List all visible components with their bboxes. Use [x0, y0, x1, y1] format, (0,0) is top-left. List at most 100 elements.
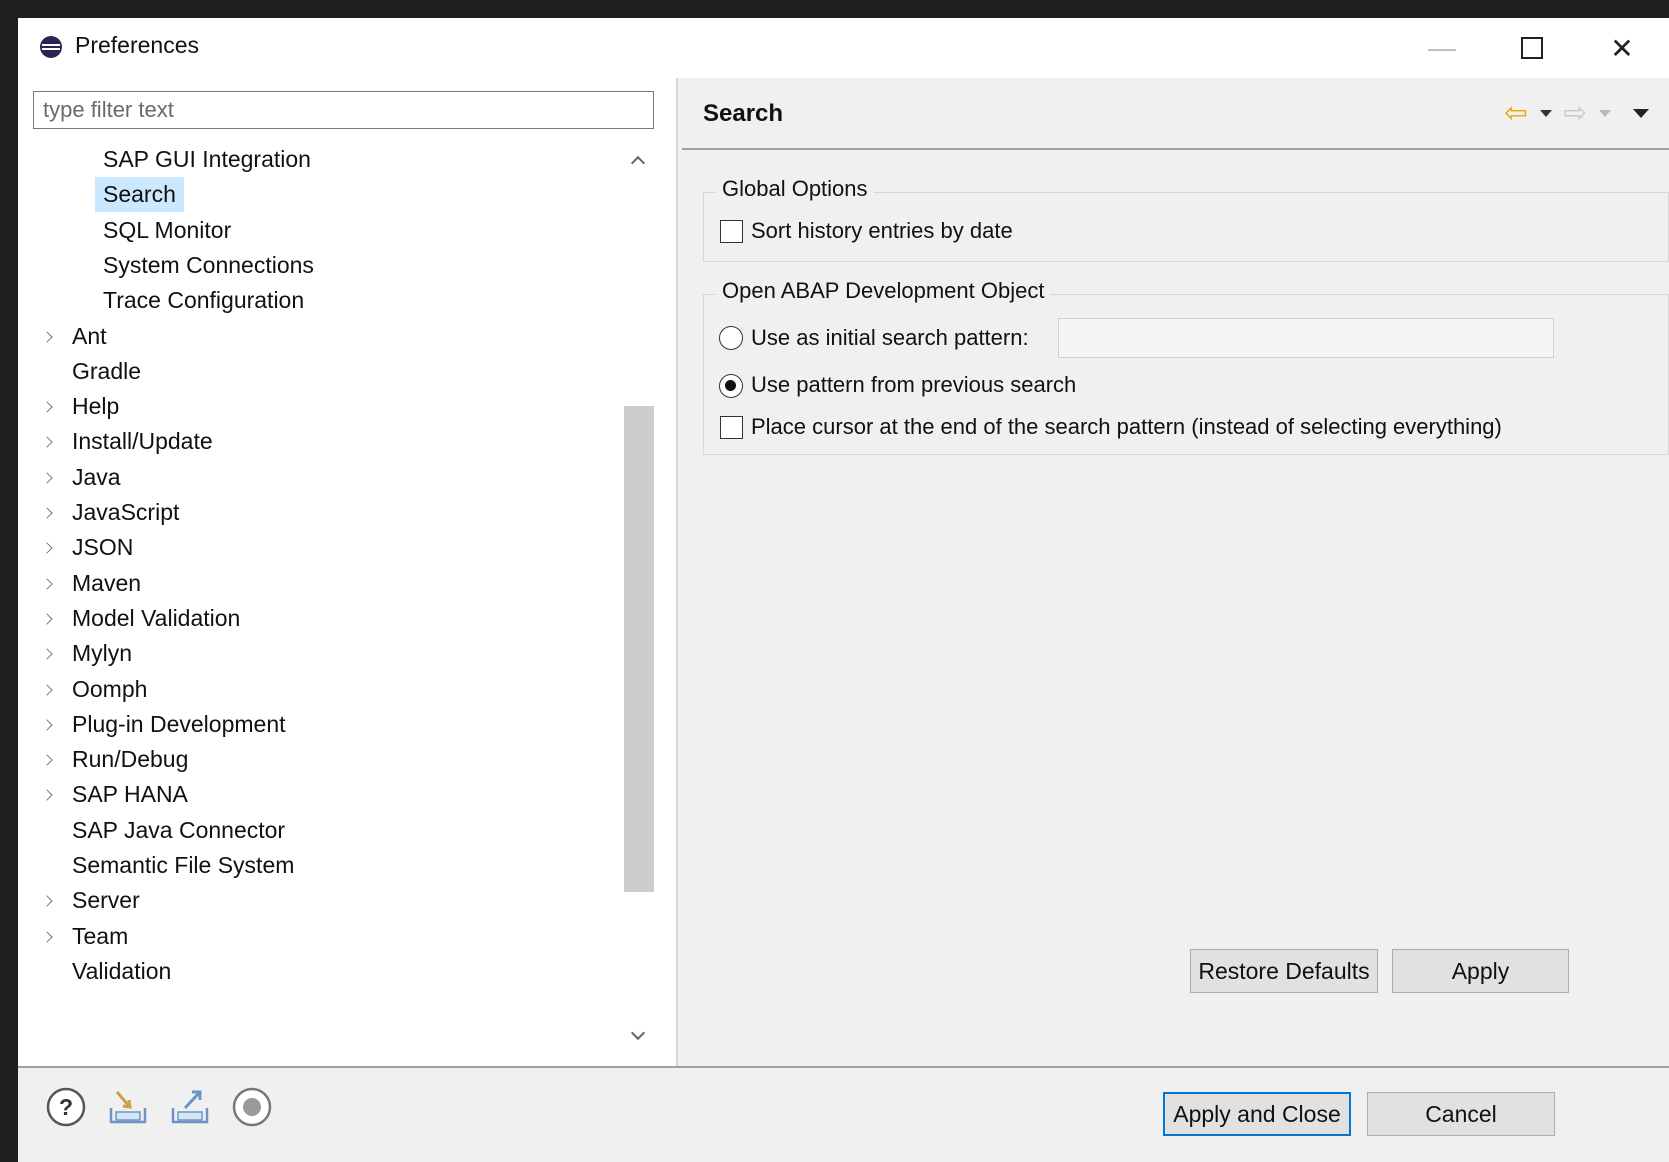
tree-item[interactable]: SAP Java Connector — [64, 813, 293, 848]
chevron-right-icon[interactable] — [41, 648, 53, 660]
tree-item-label: Server — [72, 887, 140, 914]
tree-item[interactable]: Plug-in Development — [41, 707, 294, 742]
tree-item[interactable]: JSON — [41, 530, 141, 565]
tree-item-label: Maven — [72, 569, 142, 596]
tree-item[interactable]: Team — [41, 919, 136, 954]
preference-tree[interactable]: SAP GUI Integration Search SQL Monitor Syst… — [18, 142, 622, 1066]
forward-history-dropdown-icon[interactable] — [1599, 109, 1611, 117]
previous-search-label[interactable]: Use pattern from previous search — [751, 372, 1076, 398]
title-bar: Preferences — ✕ — [18, 18, 1669, 78]
open-object-legend: Open ABAP Development Object — [716, 278, 1051, 304]
tree-item[interactable]: System Connections — [95, 248, 322, 283]
tree-item-label: Run/Debug — [72, 746, 189, 773]
record-icon[interactable] — [231, 1086, 273, 1128]
tree-item[interactable]: Run/Debug — [41, 742, 196, 777]
tree-item[interactable]: SAP GUI Integration — [95, 142, 319, 177]
tree-item-label: Oomph — [72, 675, 148, 702]
close-button[interactable]: ✕ — [1577, 18, 1667, 78]
tree-item-label: SAP Java Connector — [72, 816, 286, 843]
chevron-right-icon[interactable] — [41, 754, 53, 766]
tree-item[interactable]: Search — [95, 177, 184, 213]
scrollbar-thumb[interactable] — [624, 406, 654, 892]
tree-item[interactable]: Server — [41, 883, 148, 918]
tree-item-label: SAP HANA — [72, 781, 188, 808]
title-separator — [682, 148, 1669, 150]
tree-item[interactable]: Java — [41, 460, 129, 495]
tree-item[interactable]: SAP HANA — [41, 777, 196, 812]
filter-input[interactable] — [33, 91, 654, 129]
initial-pattern-radio[interactable] — [719, 326, 743, 350]
tree-item[interactable]: Install/Update — [41, 424, 221, 459]
tree-item[interactable]: Oomph — [41, 672, 155, 707]
dialog-button-bar: ? Apply and Close Cancel — [18, 1066, 1669, 1162]
tree-item-label: Plug-in Development — [72, 710, 286, 737]
chevron-right-icon[interactable] — [41, 719, 53, 731]
chevron-right-icon[interactable] — [41, 683, 53, 696]
import-icon[interactable] — [107, 1086, 149, 1128]
cursor-end-checkbox[interactable] — [720, 416, 743, 439]
forward-arrow-icon[interactable]: ⇨ — [1564, 98, 1587, 128]
chevron-right-icon[interactable] — [41, 895, 53, 907]
tree-item-label: Java — [72, 463, 121, 490]
global-options-legend: Global Options — [716, 176, 874, 202]
tree-scrollbar[interactable] — [624, 142, 656, 1064]
tree-item[interactable]: Semantic File System — [64, 848, 302, 883]
chevron-right-icon[interactable] — [41, 930, 53, 943]
chevron-right-icon[interactable] — [41, 472, 53, 484]
tree-item-label: JavaScript — [72, 499, 180, 525]
previous-search-radio[interactable] — [719, 374, 743, 398]
help-icon[interactable]: ? — [45, 1086, 87, 1128]
tree-item[interactable]: Ant — [41, 319, 115, 354]
tree-item-label: System Connections — [103, 251, 314, 278]
scroll-down-icon[interactable] — [630, 1025, 646, 1041]
maximize-button[interactable] — [1487, 18, 1577, 78]
tree-item[interactable]: Help — [41, 389, 127, 424]
export-icon[interactable] — [169, 1086, 211, 1128]
tree-item-label: Ant — [72, 322, 107, 349]
view-menu-icon[interactable] — [1633, 108, 1649, 118]
tree-item[interactable]: Mylyn — [41, 636, 140, 671]
tree-item-label: Trace Configuration — [103, 287, 305, 314]
chevron-right-icon[interactable] — [41, 542, 53, 554]
tree-item[interactable]: Model Validation — [41, 601, 248, 636]
tree-item[interactable]: Gradle — [64, 354, 149, 389]
tree-item[interactable]: Maven — [41, 566, 149, 601]
tree-item[interactable]: Validation — [64, 954, 179, 989]
minimize-icon: — — [1428, 32, 1456, 63]
restore-defaults-button[interactable]: Restore Defaults — [1190, 949, 1378, 993]
tree-item-label: SQL Monitor — [103, 216, 232, 243]
window-title: Preferences — [75, 32, 200, 58]
cancel-button[interactable]: Cancel — [1367, 1092, 1555, 1136]
initial-pattern-input[interactable] — [1058, 318, 1554, 358]
chevron-right-icon[interactable] — [41, 577, 53, 590]
tree-item-label: Gradle — [72, 357, 142, 384]
page-navigation: ⇦ ⇨ — [1504, 98, 1655, 128]
back-history-dropdown-icon[interactable] — [1539, 109, 1552, 117]
maximize-icon — [1521, 37, 1543, 59]
preferences-window: Preferences — ✕ SAP GUI Integration Searc… — [18, 18, 1669, 1162]
tree-item[interactable]: JavaScript — [41, 495, 187, 530]
back-arrow-icon[interactable]: ⇦ — [1504, 98, 1527, 128]
navigation-pane: SAP GUI Integration Search SQL Monitor Syst… — [18, 78, 676, 1066]
tree-item[interactable]: Trace Configuration — [95, 283, 312, 318]
apply-button[interactable]: Apply — [1392, 949, 1569, 993]
cursor-end-label[interactable]: Place cursor at the end of the search pa… — [751, 414, 1502, 440]
minimize-button[interactable]: — — [1397, 18, 1487, 78]
chevron-right-icon[interactable] — [41, 789, 53, 802]
open-object-group: Open ABAP Development Object Use as init… — [703, 278, 1669, 455]
tree-item-label: Mylyn — [72, 640, 133, 667]
apply-and-close-button[interactable]: Apply and Close — [1163, 1092, 1351, 1136]
sort-history-label[interactable]: Sort history entries by date — [751, 218, 1013, 244]
close-icon: ✕ — [1610, 32, 1634, 64]
chevron-right-icon[interactable] — [41, 330, 53, 343]
initial-pattern-label[interactable]: Use as initial search pattern: — [751, 325, 1029, 351]
chevron-right-icon[interactable] — [41, 401, 53, 413]
tree-item-label: Help — [72, 393, 120, 420]
chevron-right-icon[interactable] — [41, 436, 53, 449]
chevron-right-icon[interactable] — [41, 613, 53, 625]
svg-text:?: ? — [59, 1094, 73, 1120]
sort-history-checkbox[interactable] — [720, 220, 743, 243]
chevron-right-icon[interactable] — [41, 507, 53, 519]
scroll-up-icon[interactable] — [630, 155, 646, 171]
tree-item[interactable]: SQL Monitor — [95, 213, 239, 248]
